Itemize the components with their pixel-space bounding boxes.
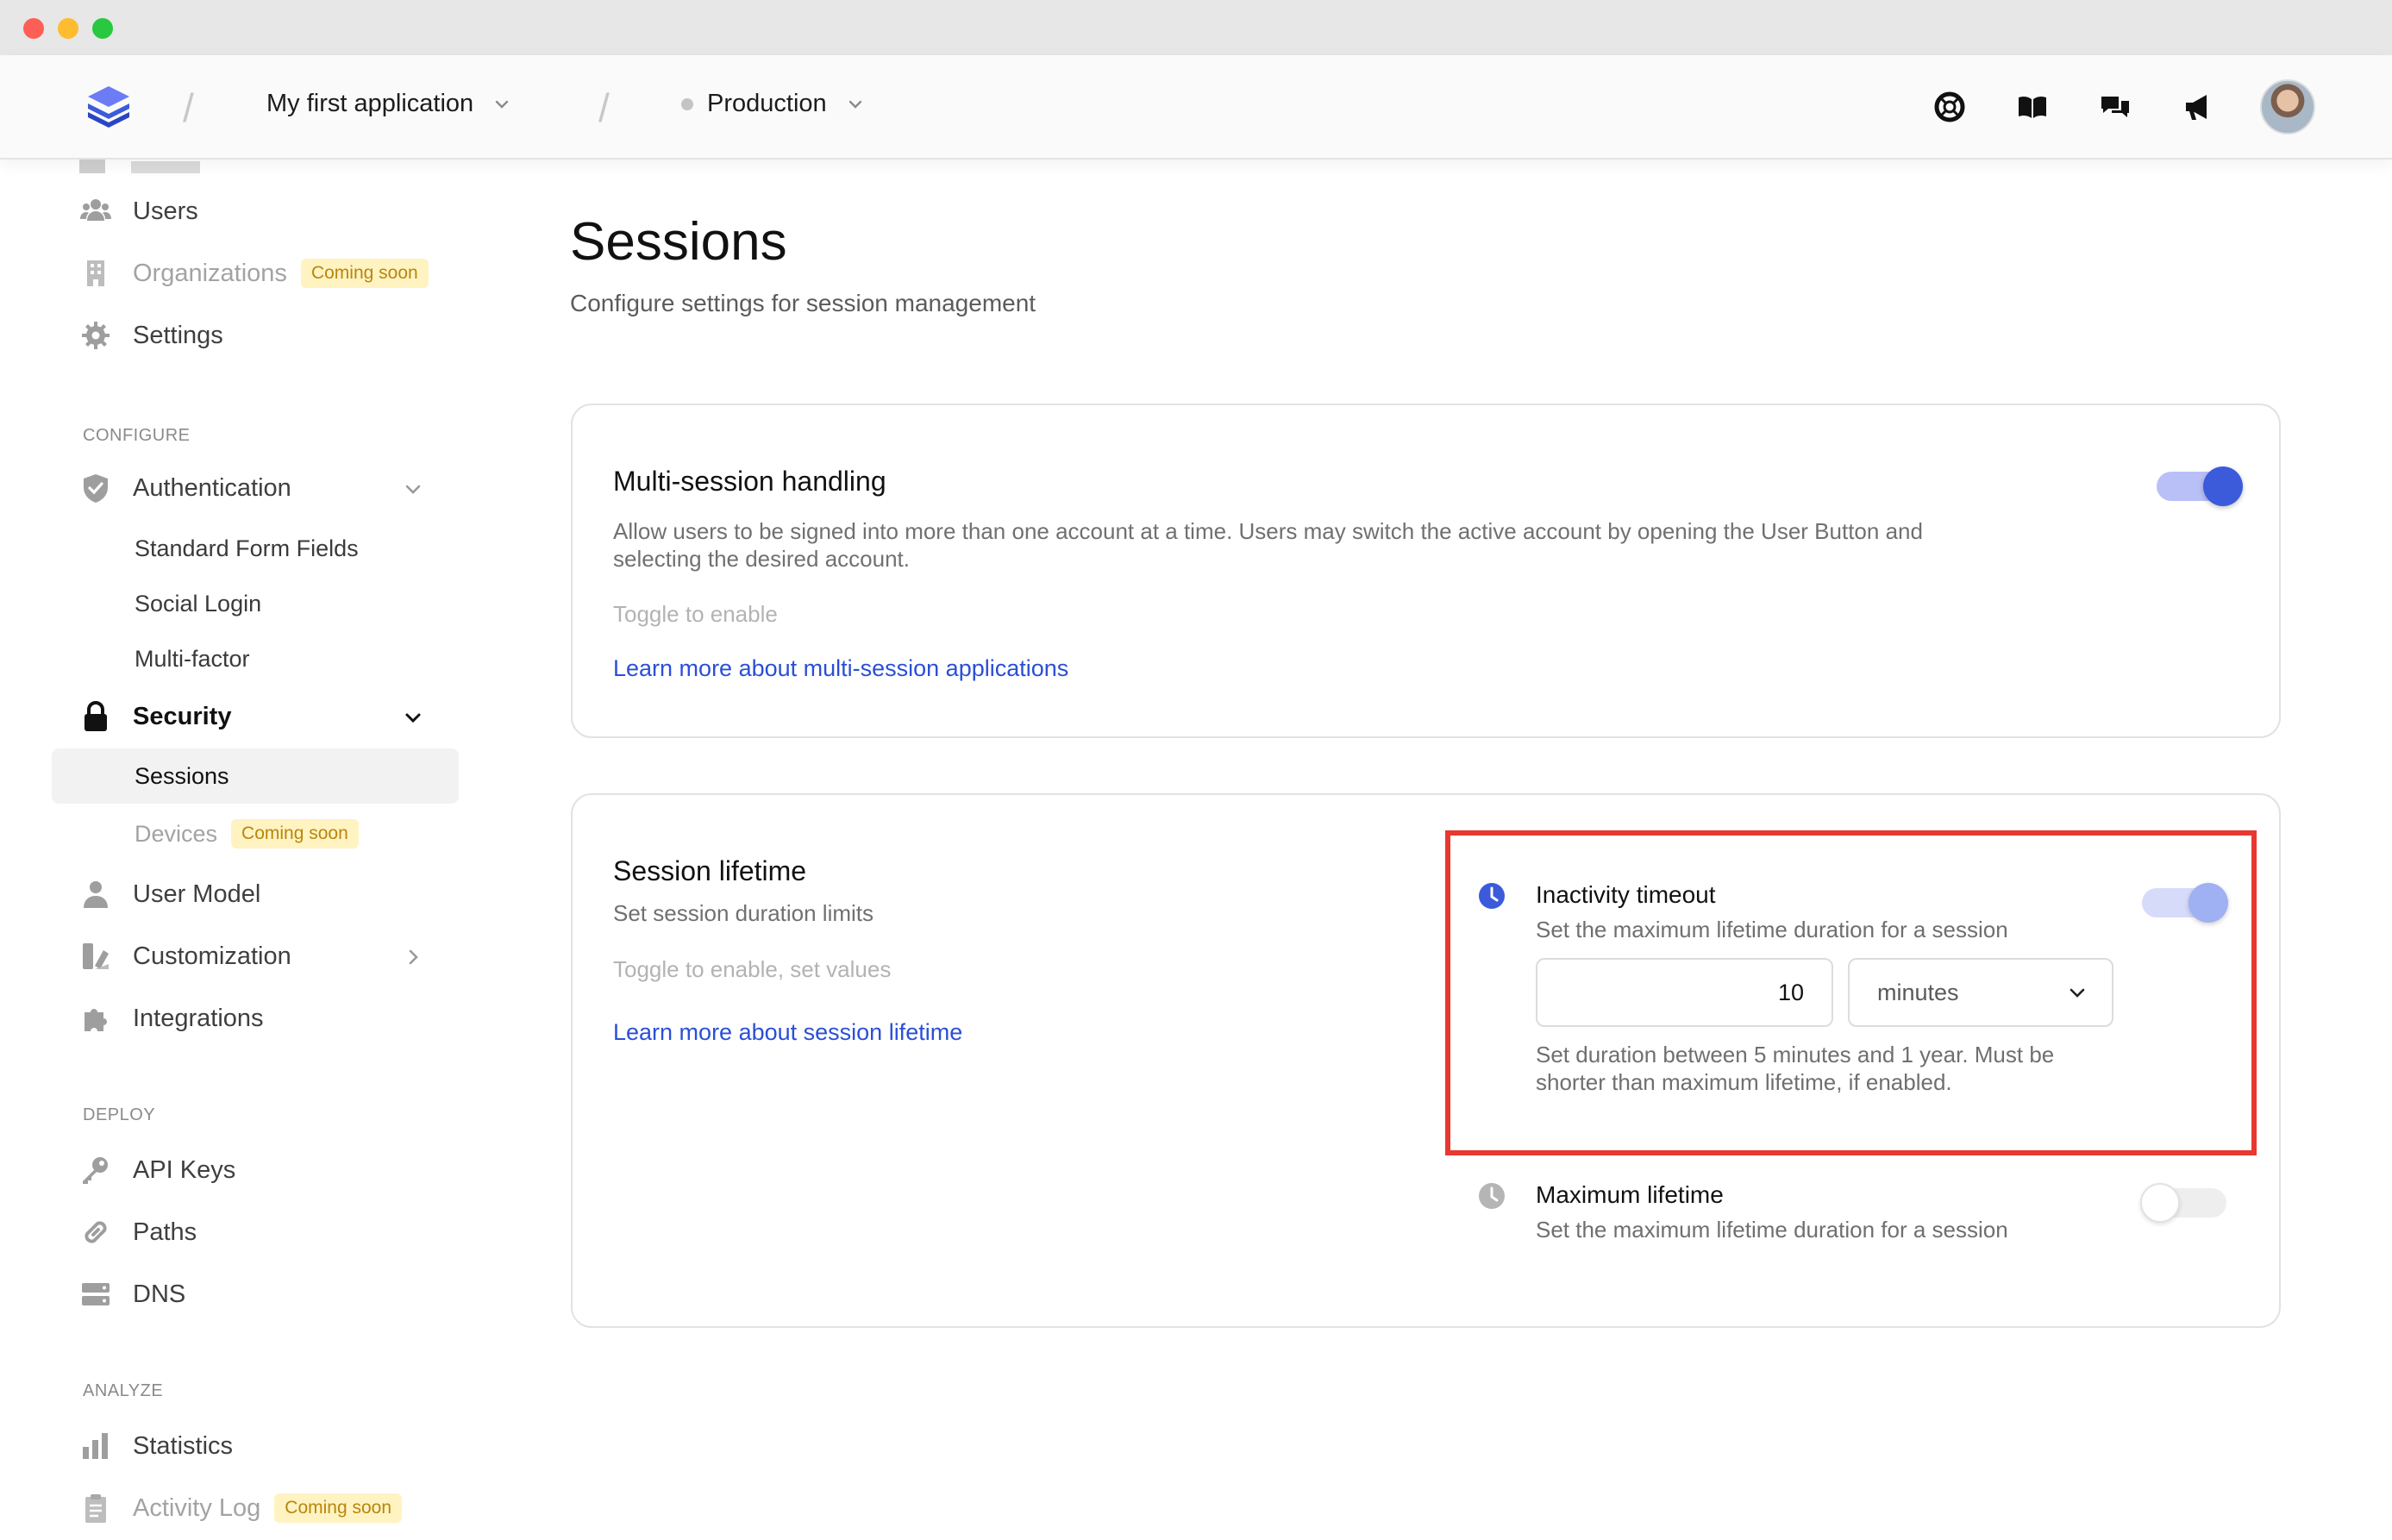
active-item-highlight <box>52 748 459 804</box>
sidebar-item-users[interactable]: Users <box>79 195 198 228</box>
multi-session-description: Allow users to be signed into more than … <box>613 517 1923 573</box>
environment-status-dot <box>681 97 693 110</box>
sidebar-item-label: Users <box>133 197 198 225</box>
sidebar-item-settings[interactable]: Settings <box>79 319 223 352</box>
sidebar-item-social-login[interactable]: Social Login <box>135 591 261 617</box>
user-avatar[interactable] <box>2260 79 2315 135</box>
chevron-down-icon <box>848 100 861 109</box>
maximize-window-button[interactable] <box>92 18 113 39</box>
chevron-down-icon[interactable] <box>402 478 424 500</box>
multi-session-toggle[interactable] <box>2157 466 2243 506</box>
link-icon <box>85 1221 107 1243</box>
maximum-lifetime-description: Set the maximum lifetime duration for a … <box>1536 1217 2008 1243</box>
puzzle-icon <box>85 1009 107 1031</box>
toggle-knob <box>2203 466 2243 506</box>
docs-icon[interactable] <box>2015 90 2050 124</box>
sidebar-item-label: Settings <box>133 321 223 349</box>
sidebar-item-devices[interactable]: Devices Coming soon <box>135 819 359 848</box>
sidebar-item-label: Paths <box>133 1218 197 1246</box>
user-icon <box>84 881 108 908</box>
sidebar-item-label: Devices <box>135 820 218 847</box>
toggle-knob <box>2140 1183 2180 1223</box>
maximum-lifetime-toggle[interactable] <box>2140 1183 2226 1223</box>
chevron-down-icon <box>495 100 509 109</box>
sidebar-item-label: DNS <box>133 1280 186 1308</box>
page-title: Sessions <box>570 212 787 272</box>
close-window-button[interactable] <box>23 18 44 39</box>
section-label-deploy: DEPLOY <box>83 1105 156 1124</box>
session-lifetime-learn-more-link[interactable]: Learn more about session lifetime <box>613 1019 962 1046</box>
sidebar-item-label: Integrations <box>133 1004 264 1032</box>
gear-icon <box>82 322 110 349</box>
chevron-right-icon[interactable] <box>402 946 424 968</box>
coming-soon-badge: Coming soon <box>300 259 429 288</box>
multi-session-hint: Toggle to enable <box>613 601 778 627</box>
palette-icon <box>83 943 109 969</box>
page-subtitle: Configure settings for session managemen… <box>570 290 1036 316</box>
multi-session-description-line: selecting the desired account. <box>613 546 910 572</box>
chat-icon[interactable] <box>2098 90 2132 124</box>
multi-session-title: Multi-session handling <box>613 466 886 497</box>
application-switcher[interactable]: My first application <box>266 90 511 118</box>
environment-name: Production <box>707 90 827 117</box>
sidebar-item-customization[interactable]: Customization <box>79 940 291 973</box>
sidebar-item-statistics[interactable]: Statistics <box>79 1430 233 1462</box>
coming-soon-badge: Coming soon <box>231 819 359 848</box>
app-window: / My first application / Production User… <box>0 0 2392 1540</box>
breadcrumb-separator: / <box>183 85 194 130</box>
environment-switcher[interactable]: Production <box>681 90 865 118</box>
sidebar-item-label: API Keys <box>133 1155 236 1184</box>
lock-icon <box>85 701 107 731</box>
sidebar-item-organizations[interactable]: Organizations Coming soon <box>79 257 429 290</box>
sidebar: Users Organizations Coming soon Settings… <box>0 156 483 1540</box>
sidebar-item-dns[interactable]: DNS <box>79 1278 185 1311</box>
multi-session-card: Multi-session handling Allow users to be… <box>571 404 2281 738</box>
sidebar-item-label: Security <box>133 702 232 730</box>
highlight-annotation-box <box>1445 830 2257 1155</box>
maximum-lifetime-title: Maximum lifetime <box>1536 1181 1724 1208</box>
sidebar-item-user-model[interactable]: User Model <box>79 878 260 911</box>
support-icon[interactable] <box>1932 90 1967 124</box>
multi-session-description-line: Allow users to be signed into more than … <box>613 518 1923 544</box>
sidebar-item-api-keys[interactable]: API Keys <box>79 1154 235 1186</box>
sidebar-item-integrations[interactable]: Integrations <box>79 1002 264 1035</box>
window-titlebar <box>0 0 2392 55</box>
sidebar-item-standard-form-fields[interactable]: Standard Form Fields <box>135 535 359 562</box>
bar-chart-icon <box>83 1433 108 1459</box>
key-icon <box>83 1157 108 1184</box>
shield-check-icon <box>84 474 108 503</box>
chevron-down-icon[interactable] <box>402 706 424 729</box>
sidebar-item-label: Statistics <box>133 1431 234 1460</box>
announcement-icon[interactable] <box>2181 90 2215 124</box>
app-logo-icon[interactable] <box>85 81 133 129</box>
sidebar-item-paths[interactable]: Paths <box>79 1216 197 1249</box>
application-name: My first application <box>266 90 474 117</box>
sidebar-item-sessions[interactable]: Sessions <box>135 763 229 790</box>
minimize-window-button[interactable] <box>58 18 78 39</box>
sidebar-item-activity-log[interactable]: Activity Log Coming soon <box>79 1492 403 1524</box>
clock-icon <box>1479 1183 1505 1209</box>
section-label-analyze: ANALYZE <box>83 1381 164 1400</box>
sidebar-item-label: Authentication <box>133 473 291 502</box>
coming-soon-badge: Coming soon <box>274 1493 403 1523</box>
session-lifetime-subtitle: Set session duration limits <box>613 900 874 926</box>
users-icon <box>80 199 111 221</box>
sidebar-item-label: User Model <box>133 880 261 908</box>
sidebar-item-label: Customization <box>133 942 291 970</box>
sidebar-item-label: Organizations <box>133 259 287 287</box>
top-header: / My first application / Production <box>0 55 2392 160</box>
clipboard-icon <box>85 1494 106 1523</box>
server-icon <box>82 1283 110 1305</box>
section-label-configure: CONFIGURE <box>83 426 191 445</box>
session-lifetime-hint: Toggle to enable, set values <box>613 956 892 982</box>
breadcrumb-separator: / <box>598 85 610 130</box>
sidebar-item-authentication[interactable]: Authentication <box>79 472 291 504</box>
multi-session-learn-more-link[interactable]: Learn more about multi-session applicati… <box>613 655 1068 682</box>
sidebar-item-security[interactable]: Security <box>79 700 231 733</box>
sidebar-item-multi-factor[interactable]: Multi-factor <box>135 646 250 673</box>
building-icon <box>87 260 104 286</box>
session-lifetime-title: Session lifetime <box>613 855 807 886</box>
sidebar-item-label: Activity Log <box>133 1493 261 1522</box>
